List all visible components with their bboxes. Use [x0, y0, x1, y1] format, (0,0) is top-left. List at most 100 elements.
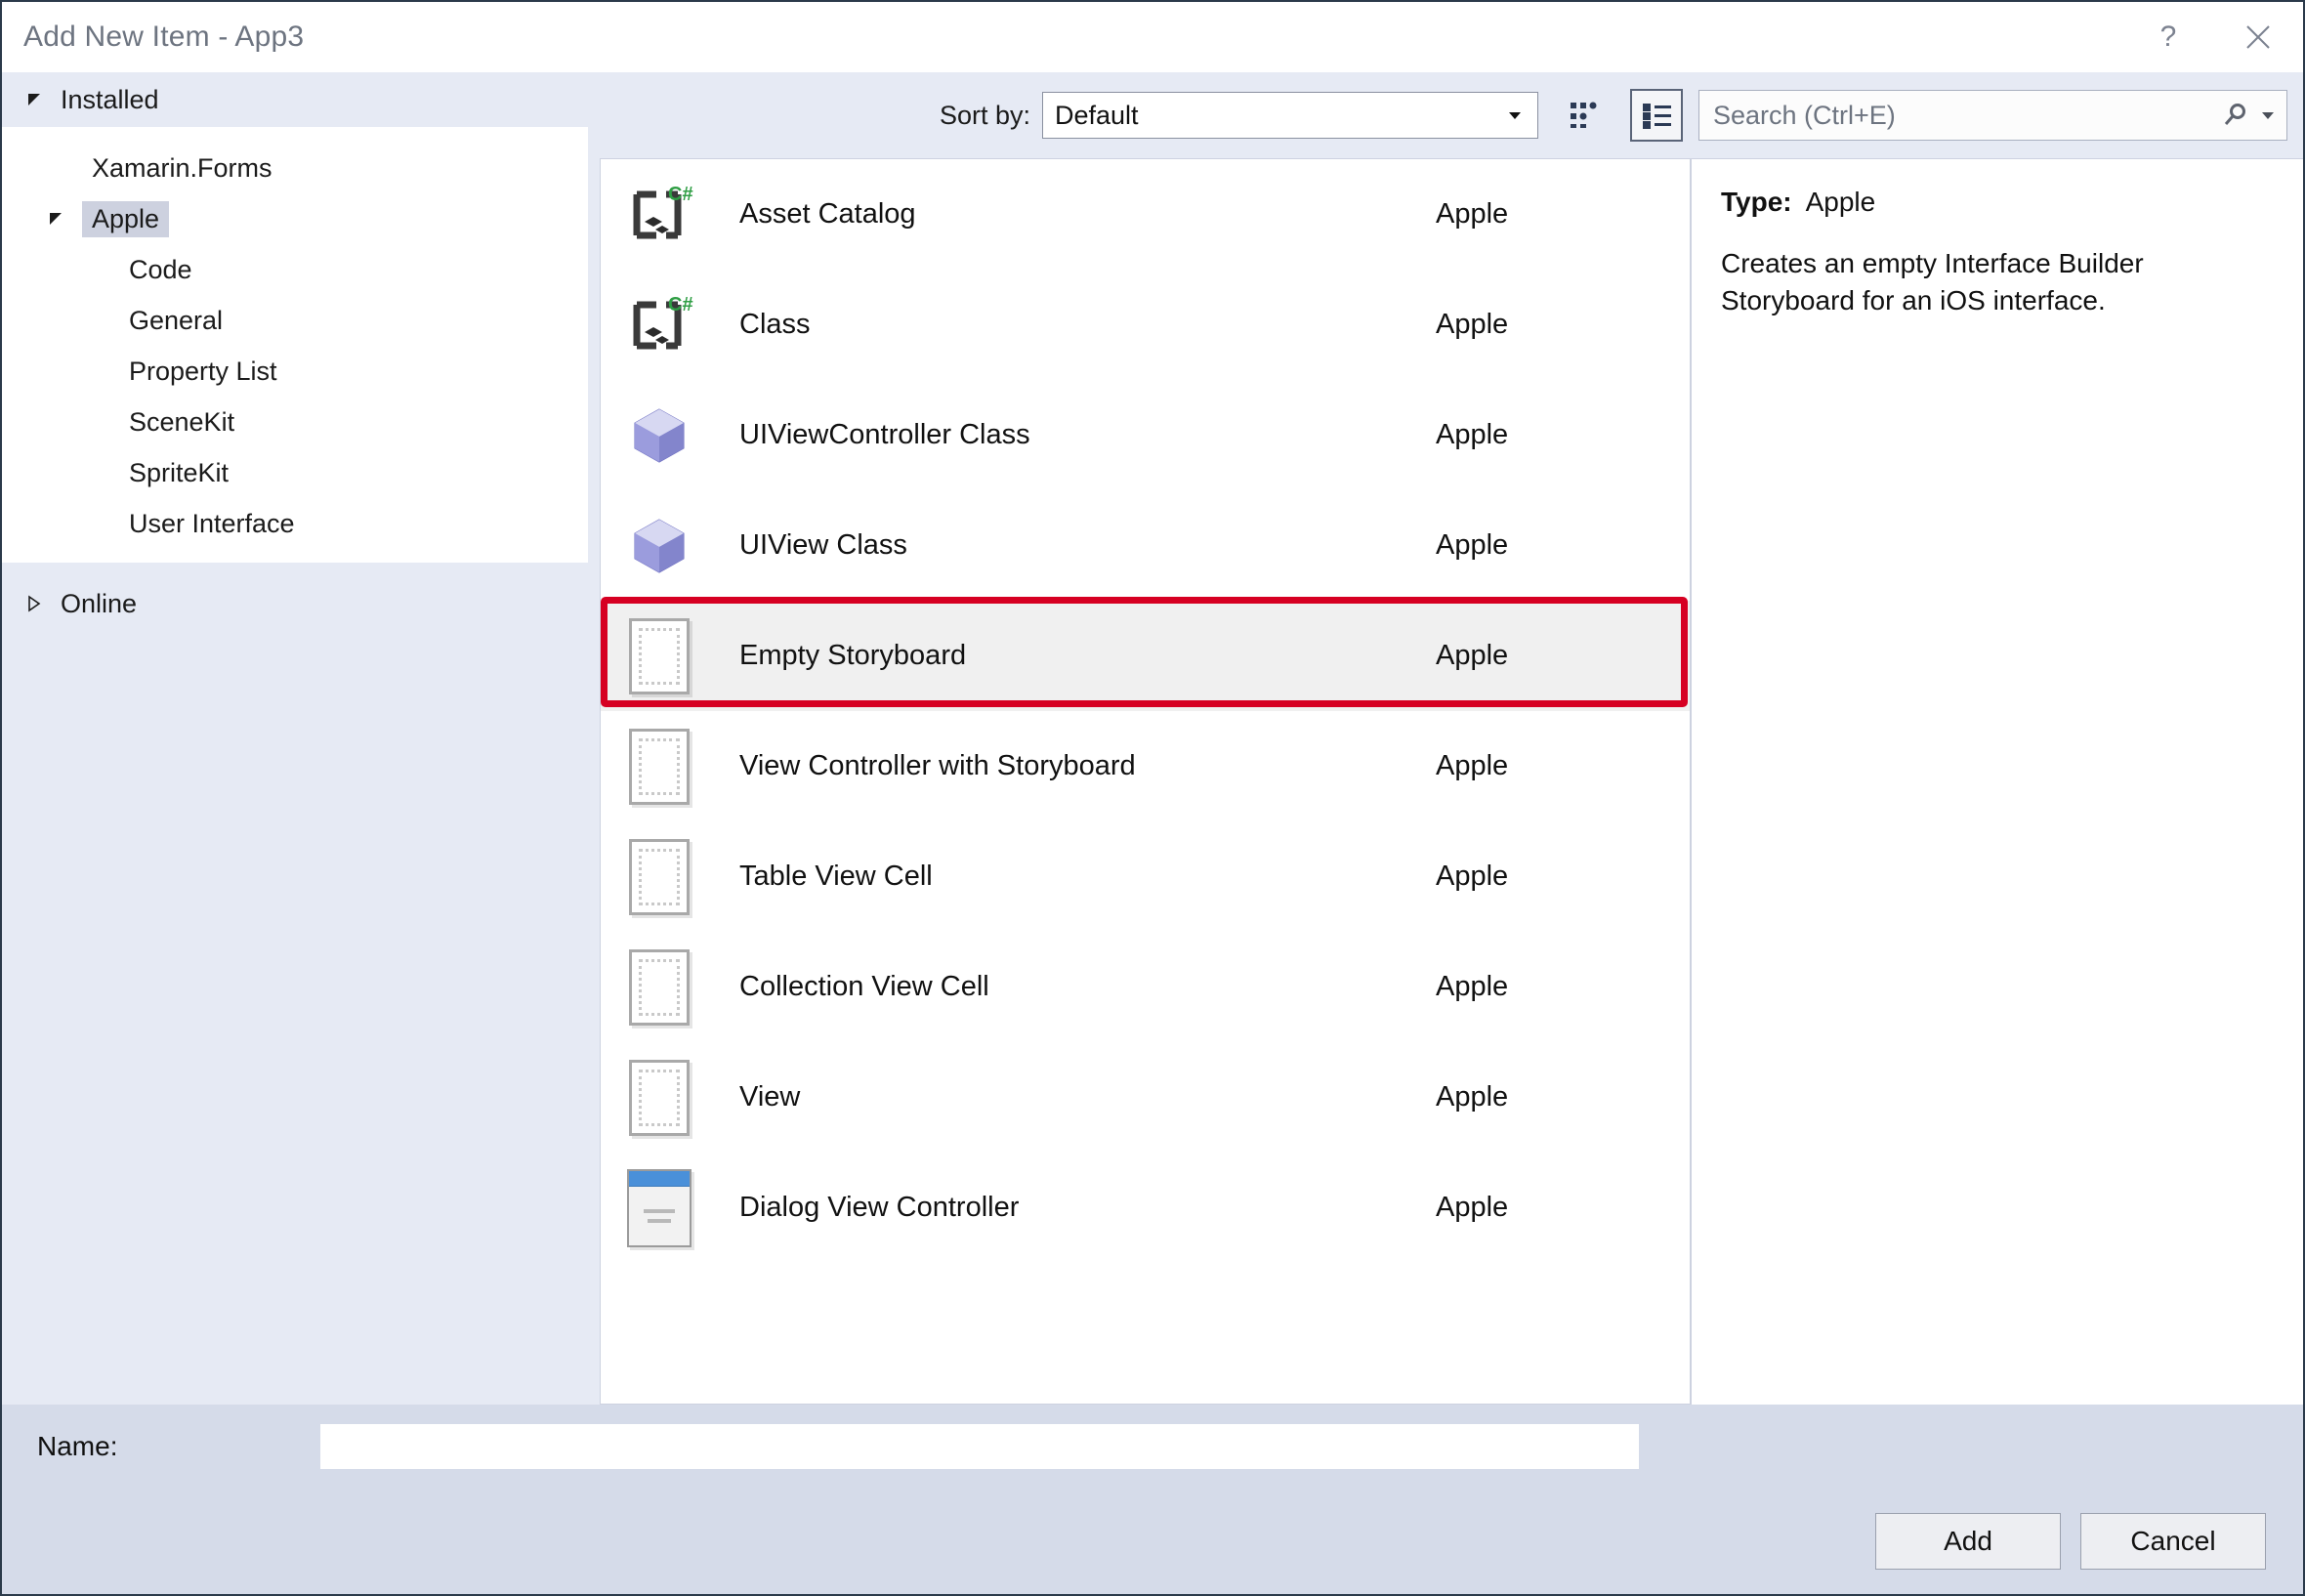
- tiles-view-icon: [1571, 102, 1597, 128]
- add-new-item-dialog: Add New Item - App3 ? Installed Xamarin.…: [0, 0, 2305, 1596]
- list-item-vendor: Apple: [1436, 1192, 1509, 1223]
- templates-panel: Sort by: Default C# Asset Catalog Apple …: [588, 72, 1691, 1405]
- search-placeholder: Search (Ctrl+E): [1713, 100, 1896, 130]
- cube-icon: [612, 510, 706, 582]
- chevron-down-icon[interactable]: [2259, 106, 2277, 124]
- tiles-view-button[interactable]: [1558, 89, 1611, 142]
- storyboard-icon: [612, 948, 706, 1026]
- list-item-vendor: Apple: [1436, 971, 1509, 1002]
- tree-item-spritekit[interactable]: SpriteKit: [2, 447, 588, 498]
- name-label: Name:: [37, 1431, 118, 1461]
- list-item[interactable]: Table View Cell Apple: [601, 821, 1690, 932]
- list-item[interactable]: UIView Class Apple: [601, 490, 1690, 601]
- list-item[interactable]: View Controller with Storyboard Apple: [601, 711, 1690, 821]
- list-item[interactable]: C# Class Apple: [601, 270, 1690, 380]
- list-item-name: Dialog View Controller: [739, 1192, 1020, 1223]
- name-input[interactable]: [320, 1424, 1639, 1469]
- tree-item-label: Apple: [82, 200, 170, 237]
- tree-item-apple[interactable]: Apple: [2, 193, 588, 244]
- type-value: Apple: [1805, 187, 1876, 217]
- tree-item-label: User Interface: [129, 508, 295, 538]
- csharp-class-icon: C#: [612, 179, 706, 251]
- detail-content: Type: Apple Creates an empty Interface Bu…: [1691, 158, 2303, 1405]
- list-item-name: View Controller with Storyboard: [739, 750, 1136, 781]
- tree-item-code[interactable]: Code: [2, 244, 588, 295]
- list-item-vendor: Apple: [1436, 529, 1509, 561]
- svg-text:C#: C#: [668, 184, 693, 205]
- sort-by-value: Default: [1055, 100, 1139, 130]
- close-icon: [2246, 25, 2270, 49]
- list-item-selected[interactable]: Empty Storyboard Apple: [601, 601, 1690, 711]
- cancel-button[interactable]: Cancel: [2080, 1513, 2266, 1570]
- tree-group-installed[interactable]: Installed: [2, 72, 588, 127]
- tree-group-installed-label: Installed: [61, 84, 159, 114]
- storyboard-icon: [612, 1059, 706, 1136]
- detail-panel: Search (Ctrl+E) Type: Apple Creates an e…: [1691, 72, 2303, 1405]
- category-tree: Installed Xamarin.Forms Apple Code Gener…: [2, 72, 588, 1405]
- sort-by-label: Sort by:: [939, 100, 1030, 130]
- list-item-name: Asset Catalog: [739, 198, 916, 230]
- list-item-name: Class: [739, 309, 811, 340]
- triangle-expanded-icon: [21, 91, 47, 108]
- storyboard-icon: [612, 838, 706, 915]
- close-button[interactable]: [2213, 2, 2303, 72]
- tree-group-online-label: Online: [61, 588, 138, 618]
- tree-item-user-interface[interactable]: User Interface: [2, 498, 588, 549]
- tree-item-label: Property List: [129, 356, 277, 386]
- search-bar: Search (Ctrl+E): [1691, 72, 2303, 158]
- tree-item-property-list[interactable]: Property List: [2, 346, 588, 397]
- dialog-buttons: Add Cancel: [2, 1489, 2303, 1594]
- template-description: Creates an empty Interface Builder Story…: [1721, 248, 2144, 315]
- templates-list[interactable]: C# Asset Catalog Apple C# Class Apple UI…: [600, 158, 1691, 1405]
- list-item-vendor: Apple: [1436, 640, 1509, 671]
- tree-item-label: SpriteKit: [129, 457, 230, 487]
- tree-item-label: General: [129, 305, 224, 335]
- list-item-name: UIViewController Class: [739, 419, 1030, 450]
- list-item[interactable]: C# Asset Catalog Apple: [601, 159, 1690, 270]
- csharp-class-icon: C#: [612, 289, 706, 361]
- list-item-name: Table View Cell: [739, 861, 933, 892]
- title-bar: Add New Item - App3 ?: [2, 2, 2303, 72]
- tree-item-label: Code: [129, 254, 192, 284]
- dialog-icon: [612, 1168, 706, 1247]
- question-mark-icon: ?: [2159, 21, 2177, 53]
- list-item-vendor: Apple: [1436, 1081, 1509, 1113]
- tree-item-scenekit[interactable]: SceneKit: [2, 397, 588, 447]
- add-button[interactable]: Add: [1875, 1513, 2061, 1570]
- svg-text:C#: C#: [668, 294, 693, 315]
- list-item-vendor: Apple: [1436, 419, 1509, 450]
- type-row: Type: Apple: [1721, 187, 2274, 218]
- tree-item-general[interactable]: General: [2, 295, 588, 346]
- list-toolbar: Sort by: Default: [588, 72, 1691, 158]
- help-button[interactable]: ?: [2123, 2, 2213, 72]
- storyboard-icon: [612, 617, 706, 694]
- search-input[interactable]: Search (Ctrl+E): [1698, 90, 2287, 141]
- list-item[interactable]: UIViewController Class Apple: [601, 380, 1690, 490]
- list-item[interactable]: View Apple: [601, 1042, 1690, 1153]
- list-view-icon: [1643, 104, 1671, 129]
- chevron-down-icon: [1504, 105, 1526, 126]
- sort-by-select[interactable]: Default: [1042, 92, 1538, 139]
- list-item-vendor: Apple: [1436, 198, 1509, 230]
- tree-item-xamarin-forms[interactable]: Xamarin.Forms: [2, 143, 588, 193]
- installed-children: Xamarin.Forms Apple Code General Propert…: [2, 127, 588, 563]
- tree-item-label: Xamarin.Forms: [92, 152, 272, 183]
- list-item-name: View: [739, 1081, 801, 1113]
- list-item-vendor: Apple: [1436, 861, 1509, 892]
- window-controls: ?: [2123, 2, 2303, 72]
- list-item-vendor: Apple: [1436, 309, 1509, 340]
- list-item-vendor: Apple: [1436, 750, 1509, 781]
- list-view-button[interactable]: [1630, 89, 1683, 142]
- triangle-collapsed-icon: [21, 595, 47, 612]
- list-item[interactable]: Dialog View Controller Apple: [601, 1153, 1690, 1263]
- tree-item-label: SceneKit: [129, 406, 235, 437]
- search-icon: [2224, 104, 2245, 125]
- list-item[interactable]: Collection View Cell Apple: [601, 932, 1690, 1042]
- cube-icon: [612, 399, 706, 472]
- list-item-name: UIView Class: [739, 529, 907, 561]
- tree-group-online[interactable]: Online: [2, 576, 588, 631]
- name-row: Name:: [2, 1405, 2303, 1489]
- dialog-body: Installed Xamarin.Forms Apple Code Gener…: [2, 72, 2303, 1405]
- type-label: Type:: [1721, 187, 1792, 217]
- triangle-expanded-icon: [43, 210, 68, 228]
